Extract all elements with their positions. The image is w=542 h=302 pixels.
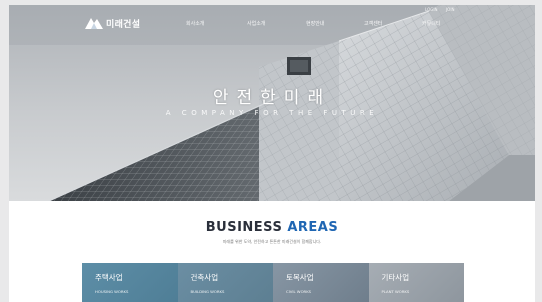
hero-subtitle: A COMPANY FOR THE FUTURE [165,109,379,117]
page: 미래건설 회사소개 사업소개 현장안내 고객센터 커뮤니티 LOGIN JOIN… [9,5,535,302]
join-link[interactable]: JOIN [446,7,455,12]
logo-text: 미래건설 [106,20,141,30]
heading-word-areas: AREAS [287,220,339,235]
heading-word-business: BUSINESS [205,220,283,235]
card-subtitle: PLANT WORKS [381,289,410,294]
card-subtitle: HOUSING WORKS [95,289,129,294]
nav-item-support[interactable]: 고객센터 [364,20,382,27]
login-link[interactable]: LOGIN [425,7,438,12]
nav-item-business[interactable]: 사업소개 [247,20,265,27]
business-cards: 주택사업 HOUSING WORKS 건축사업 BUILDING WORKS 토… [82,263,464,302]
nav-item-sites[interactable]: 현장안내 [306,20,324,27]
card-title: 주택사업 [95,273,123,282]
card-subtitle: CIVIL WORKS [286,289,312,294]
hero-title: 안전한미래 [212,88,332,108]
top-navigation-bar: 미래건설 회사소개 사업소개 현장안내 고객센터 커뮤니티 LOGIN JOIN [9,5,535,45]
card-housing[interactable]: 주택사업 HOUSING WORKS [82,263,178,302]
hero-banner: 미래건설 회사소개 사업소개 현장안내 고객센터 커뮤니티 LOGIN JOIN… [9,5,535,201]
card-building[interactable]: 건축사업 BUILDING WORKS [177,263,273,302]
business-description: 미래를 위한 도약, 안전하고 튼튼한 미래건설이 함께합니다. [222,239,322,244]
site-logo[interactable]: 미래건설 [85,17,140,30]
card-plant[interactable]: 기타사업 PLANT WORKS [368,263,464,302]
nav-item-company[interactable]: 회사소개 [186,20,204,27]
card-subtitle: BUILDING WORKS [190,289,225,294]
nav-item-community[interactable]: 커뮤니티 [422,20,440,27]
card-civil[interactable]: 토목사업 CIVIL WORKS [273,263,369,302]
card-title: 토목사업 [286,273,314,282]
business-areas-heading: BUSINESS AREAS [9,220,535,235]
card-title: 기타사업 [381,273,410,282]
logo-mountain-icon [85,18,103,29]
card-title: 건축사업 [190,273,219,282]
